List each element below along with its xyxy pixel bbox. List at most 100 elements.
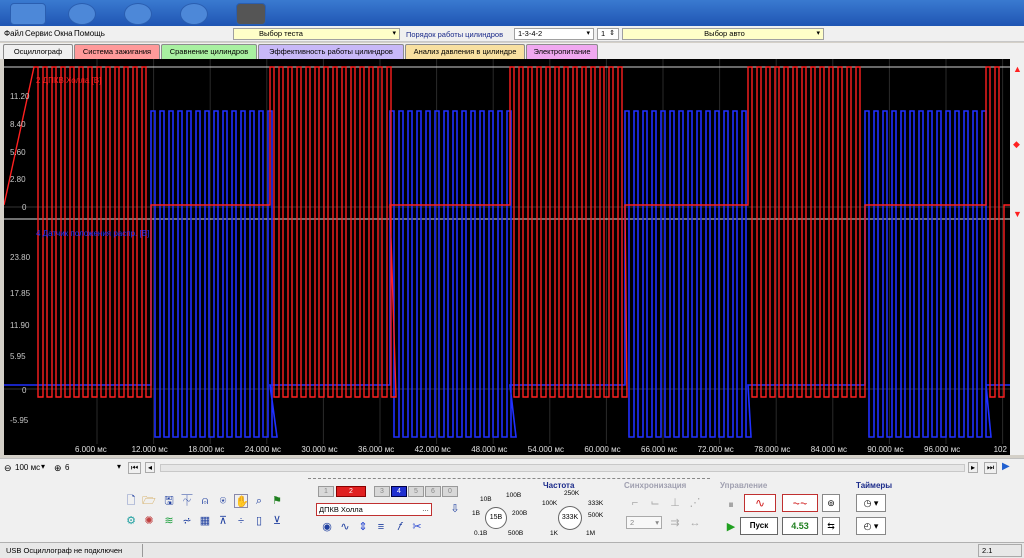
auto-sync-icon[interactable]: ⋰ (688, 496, 702, 510)
x-tick: 24.000 мс (244, 445, 281, 454)
dial-label: 10В (480, 496, 492, 503)
chevron-down-icon[interactable]: ▾ (41, 462, 45, 471)
amplitude-dial[interactable]: 10В 100В 1В 15В 200В 0.1В 500В (468, 490, 532, 540)
scissors-icon[interactable]: ✂ (410, 520, 424, 534)
channel-button[interactable]: 1 (318, 486, 334, 497)
cursor-tool-icon[interactable]: ⏇ (180, 494, 194, 508)
tab-cylinder-efficiency[interactable]: Эффективность работы цилиндров (258, 44, 404, 59)
frequency-title: Частота (543, 481, 575, 490)
overlay-icon[interactable]: ≋ (162, 514, 176, 528)
pause-icon[interactable]: ⏸ (724, 498, 738, 512)
auto-play-icon[interactable]: ⇆ (822, 517, 840, 535)
marker-dot-icon[interactable]: ◆ (1013, 139, 1020, 150)
channel-value[interactable]: 6 (65, 463, 69, 472)
channel-button[interactable]: 4 (391, 486, 407, 497)
horizontal-scrollbar[interactable] (160, 464, 965, 472)
open-folder-icon[interactable]: 🗁 (142, 494, 156, 508)
table-icon[interactable]: ▦ (198, 514, 212, 528)
tab-cylinder-compare[interactable]: Сравнение цилиндров (161, 44, 257, 59)
cyl-order-select[interactable]: 1-3-4-2 ▾ (514, 28, 594, 40)
sensor-select[interactable]: ДПКВ Холла … (316, 503, 432, 516)
ellipsis-icon: … (422, 506, 429, 513)
menu-help[interactable]: Помощь (74, 29, 105, 38)
scroll-right-icon[interactable]: ▸ (968, 462, 979, 473)
scroll-left-icon[interactable]: ◂ (145, 462, 156, 473)
wave-icon[interactable]: ∿ (338, 520, 352, 534)
marker-down-icon[interactable]: ▼ (1013, 209, 1022, 219)
vertical-move-icon[interactable]: ⇕ (356, 520, 370, 534)
play-icon[interactable]: ▶ (1002, 461, 1010, 472)
auto-measure-icon[interactable]: ⍟ (216, 494, 230, 508)
scroll-end-icon[interactable]: ⏭ (984, 462, 998, 474)
app-icon[interactable] (180, 3, 208, 25)
chevron-down-icon[interactable]: ▾ (117, 462, 121, 471)
app-icon[interactable] (10, 3, 46, 25)
zoom-icon[interactable]: ⌕ (252, 494, 266, 508)
x-tick: 6.000 мс (75, 445, 107, 454)
rise-edge-icon[interactable]: ⌐ (628, 496, 642, 510)
menu-service[interactable]: Сервис (25, 29, 52, 38)
sync-channel-select[interactable]: 2 ▾ (626, 516, 662, 529)
flag-icon[interactable]: ⚑ (270, 494, 284, 508)
zoom-in-icon[interactable]: ⊕ (54, 463, 62, 474)
filter-icon[interactable]: ⚙ (124, 514, 138, 528)
tab-ignition[interactable]: Система зажигания (74, 44, 160, 59)
timebase-value[interactable]: 100 мс (15, 463, 40, 472)
divide-icon[interactable]: ÷ (234, 514, 248, 528)
dial-knob[interactable]: 333K (558, 506, 582, 530)
sync-offset-icon[interactable]: ↔ (688, 516, 702, 530)
channel-marker-bar[interactable]: ▲ ◆ ▼ (1010, 59, 1024, 455)
channel-button[interactable]: 0 (442, 486, 458, 497)
x-tick: 66.000 мс (641, 445, 678, 454)
tab-pressure[interactable]: Анализ давления в цилиндре (405, 44, 525, 59)
x-tick: 90.000 мс (867, 445, 904, 454)
play-icon[interactable]: ▶ (724, 520, 738, 534)
sine-mode-button[interactable]: ∿ (744, 494, 776, 512)
menu-file[interactable]: Файл (4, 29, 24, 38)
sync-channel-value: 2 (630, 518, 635, 527)
tab-oscilloscope[interactable]: Осциллограф (3, 44, 73, 59)
frequency-dial[interactable]: 250K 100K 333K 333K 500K 1K 1M (538, 490, 606, 542)
x-tick: 60.000 мс (584, 445, 621, 454)
app-icon[interactable] (236, 3, 266, 25)
sync-level-icon[interactable]: ⇉ (668, 516, 682, 530)
test-select[interactable]: Выбор теста ▾ (233, 28, 400, 40)
zero-icon[interactable]: ⊻ (270, 514, 284, 528)
trigger-icon[interactable]: ⊼ (216, 514, 230, 528)
channel-button[interactable]: 3 (374, 486, 390, 497)
app-icon[interactable] (68, 3, 96, 25)
auto-mode-icon[interactable]: ⊚ (822, 494, 840, 512)
lines-icon[interactable]: ≡ (374, 520, 388, 534)
export-icon[interactable]: ⇩ (448, 502, 462, 516)
stopwatch-button[interactable]: ◴ ▾ (856, 517, 886, 535)
app-icon[interactable] (124, 3, 152, 25)
scroll-start-icon[interactable]: ⏮ (128, 462, 142, 474)
measure-icon[interactable]: ⍝ (198, 494, 212, 508)
tab-power[interactable]: Электропитание (526, 44, 598, 59)
channel-button[interactable]: 6 (425, 486, 441, 497)
marker-up-icon[interactable]: ▲ (1013, 64, 1022, 74)
channel-button[interactable]: 2 (336, 486, 366, 497)
channel-button[interactable]: 5 (408, 486, 424, 497)
timer-button[interactable]: ◷ ▾ (856, 494, 886, 512)
fall-edge-icon[interactable]: ⌙ (648, 496, 662, 510)
dial-knob[interactable]: 15В (485, 507, 507, 529)
new-file-icon[interactable]: 🗋 (124, 494, 138, 508)
page-icon[interactable]: ▯ (252, 514, 266, 528)
oscilloscope-screen[interactable]: 2 ДПКВ Холла [В] 4 Датчик положения расп… (4, 59, 1010, 455)
auto-select[interactable]: Выбор авто ▾ (622, 28, 824, 40)
math-icon[interactable]: ⩫ (180, 514, 194, 528)
x-tick: 54.000 мс (527, 445, 564, 454)
function-icon[interactable]: 𝑓 (392, 520, 406, 534)
hand-tool-icon[interactable]: ✋ (234, 494, 249, 508)
spectrum-icon[interactable]: ✺ (142, 514, 156, 528)
pulse-icon[interactable]: ⊥ (668, 496, 682, 510)
start-button[interactable]: Пуск (740, 517, 778, 535)
eye-icon[interactable]: ◉ (320, 520, 334, 534)
chevron-down-icon: ▾ (392, 30, 396, 37)
zoom-out-icon[interactable]: ⊖ (4, 463, 12, 474)
menu-windows[interactable]: Окна (54, 29, 73, 38)
pulse-mode-button[interactable]: ⏦⏦ (782, 494, 818, 512)
cyl-num-stepper[interactable]: 1 ⇕ (597, 28, 619, 40)
save-icon[interactable]: 🖫 (162, 494, 176, 508)
